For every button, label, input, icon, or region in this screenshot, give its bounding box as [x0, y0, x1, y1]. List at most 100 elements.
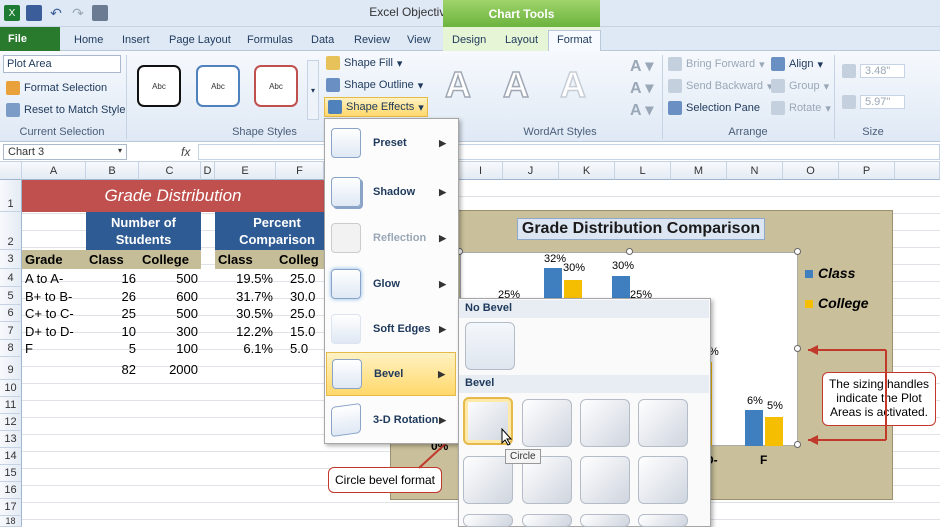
college-count-cell[interactable]: 300 [139, 323, 201, 340]
row-header[interactable]: 10 [0, 380, 22, 397]
row-header[interactable]: 2 [0, 212, 22, 250]
tab-formulas[interactable]: Formulas [239, 31, 301, 51]
row-header[interactable]: 17 [0, 499, 22, 516]
class-percent-cell[interactable]: 12.2% [215, 323, 276, 340]
tab-page-layout[interactable]: Page Layout [161, 31, 239, 51]
column-header[interactable]: N [727, 162, 783, 180]
row-header[interactable]: 4 [0, 269, 22, 287]
sizing-handle[interactable] [626, 248, 633, 255]
column-header[interactable]: O [783, 162, 839, 180]
shape-style-swatch-blue[interactable]: Abc [196, 65, 240, 107]
name-box[interactable]: Chart 3 ▾ [3, 144, 127, 160]
legend-college[interactable]: College [815, 294, 872, 312]
align-button[interactable]: Align ▾ [771, 57, 823, 71]
wordart-style-2[interactable]: A [502, 63, 530, 106]
grade-cell[interactable]: D+ to D- [22, 323, 86, 340]
row-header[interactable]: 13 [0, 431, 22, 448]
bevel-option[interactable] [638, 456, 688, 504]
grade-cell[interactable]: F [22, 340, 86, 357]
row-header[interactable]: 6 [0, 305, 22, 322]
column-header[interactable]: C [139, 162, 201, 180]
bevel-option[interactable] [522, 514, 572, 527]
column-header[interactable]: L [615, 162, 671, 180]
college-count-cell[interactable]: 500 [139, 270, 201, 287]
college-percent-cell[interactable]: 30.0 [276, 288, 324, 305]
grade-cell[interactable]: C+ to C- [22, 305, 86, 322]
grade-cell[interactable]: A to A- [22, 270, 86, 287]
menu-item-preset[interactable]: Preset ▶ [326, 121, 456, 165]
college-count-cell[interactable]: 500 [139, 305, 201, 322]
class-percent-cell[interactable]: 30.5% [215, 305, 276, 322]
total-class-cell[interactable]: 82 [86, 361, 139, 378]
menu-item-3d-rotation[interactable]: 3-D Rotation ▶ [326, 398, 456, 442]
column-header[interactable]: J [503, 162, 559, 180]
selection-pane-button[interactable]: Selection Pane [668, 101, 760, 115]
class-count-cell[interactable]: 5 [86, 340, 139, 357]
class-percent-cell[interactable]: 31.7% [215, 288, 276, 305]
number-of-students-header[interactable]: Number of Students [86, 213, 201, 249]
class-percent-cell[interactable]: 19.5% [215, 270, 276, 287]
shape-width-field[interactable]: 5.97" [842, 95, 906, 109]
row-header[interactable]: 16 [0, 482, 22, 499]
tab-layout[interactable]: Layout [497, 31, 546, 51]
class-header[interactable]: Class [86, 251, 127, 268]
column-header[interactable]: K [559, 162, 615, 180]
row-header[interactable]: 1 [0, 180, 22, 212]
column-header[interactable]: B [86, 162, 139, 180]
total-college-cell[interactable]: 2000 [139, 361, 201, 378]
row-header[interactable]: 8 [0, 340, 22, 357]
tab-home[interactable]: Home [66, 31, 111, 51]
bevel-option[interactable] [580, 514, 630, 527]
wordart-style-1[interactable]: A [444, 63, 472, 106]
tab-format[interactable]: Format [548, 30, 601, 51]
bevel-option[interactable] [580, 456, 630, 504]
college-pct-header[interactable]: Colleg [276, 251, 324, 268]
college-percent-cell[interactable]: 15.0 [276, 323, 324, 340]
class-pct-header[interactable]: Class [215, 251, 256, 268]
shape-outline-button[interactable]: Shape Outline ▾ [326, 78, 423, 92]
wordart-style-3[interactable]: A [559, 63, 587, 106]
fx-icon[interactable]: fx [181, 145, 190, 159]
row-header[interactable]: 12 [0, 414, 22, 431]
column-header[interactable]: A [22, 162, 86, 180]
row-header[interactable]: 18 [0, 516, 22, 527]
formula-input[interactable] [198, 144, 940, 160]
menu-item-glow[interactable]: Glow ▶ [326, 262, 456, 306]
row-header[interactable]: 15 [0, 465, 22, 482]
menu-item-bevel[interactable]: Bevel ▶ [326, 352, 456, 396]
legend-class[interactable]: Class [815, 264, 858, 282]
shape-height-field[interactable]: 3.48" [842, 64, 906, 78]
bevel-option[interactable] [522, 399, 572, 447]
bevel-option-none[interactable] [465, 322, 515, 370]
shape-fill-button[interactable]: Shape Fill ▾ [326, 56, 402, 70]
class-count-cell[interactable]: 25 [86, 305, 139, 322]
reset-to-match-style-button[interactable]: Reset to Match Style [6, 103, 126, 117]
column-header[interactable]: D [201, 162, 215, 180]
column-header[interactable]: F [276, 162, 324, 180]
bevel-option[interactable] [580, 399, 630, 447]
bevel-option[interactable] [638, 514, 688, 527]
row-header[interactable]: 7 [0, 322, 22, 340]
column-header[interactable]: M [671, 162, 727, 180]
college-header[interactable]: College [139, 251, 192, 268]
college-count-cell[interactable]: 600 [139, 288, 201, 305]
tab-insert[interactable]: Insert [114, 31, 158, 51]
tab-file[interactable]: File [0, 27, 60, 51]
menu-item-shadow[interactable]: Shadow ▶ [326, 170, 456, 214]
select-all-corner[interactable] [0, 162, 22, 180]
class-count-cell[interactable]: 16 [86, 270, 139, 287]
menu-item-soft-edges[interactable]: Soft Edges ▶ [326, 307, 456, 351]
row-header[interactable]: 14 [0, 448, 22, 465]
styles-more-button[interactable]: ▾ [307, 60, 319, 120]
row-header[interactable]: 3 [0, 250, 22, 269]
college-count-cell[interactable]: 100 [139, 340, 201, 357]
chart-title[interactable]: Grade Distribution Comparison [517, 218, 765, 240]
class-percent-cell[interactable]: 6.1% [215, 340, 276, 357]
grade-cell[interactable]: B+ to B- [22, 288, 86, 305]
shape-style-swatch-red[interactable]: Abc [254, 65, 298, 107]
college-percent-cell[interactable]: 5.0 [276, 340, 324, 357]
class-count-cell[interactable]: 26 [86, 288, 139, 305]
bevel-option[interactable] [638, 399, 688, 447]
tab-view[interactable]: View [399, 31, 439, 51]
tab-design[interactable]: Design [444, 31, 494, 51]
